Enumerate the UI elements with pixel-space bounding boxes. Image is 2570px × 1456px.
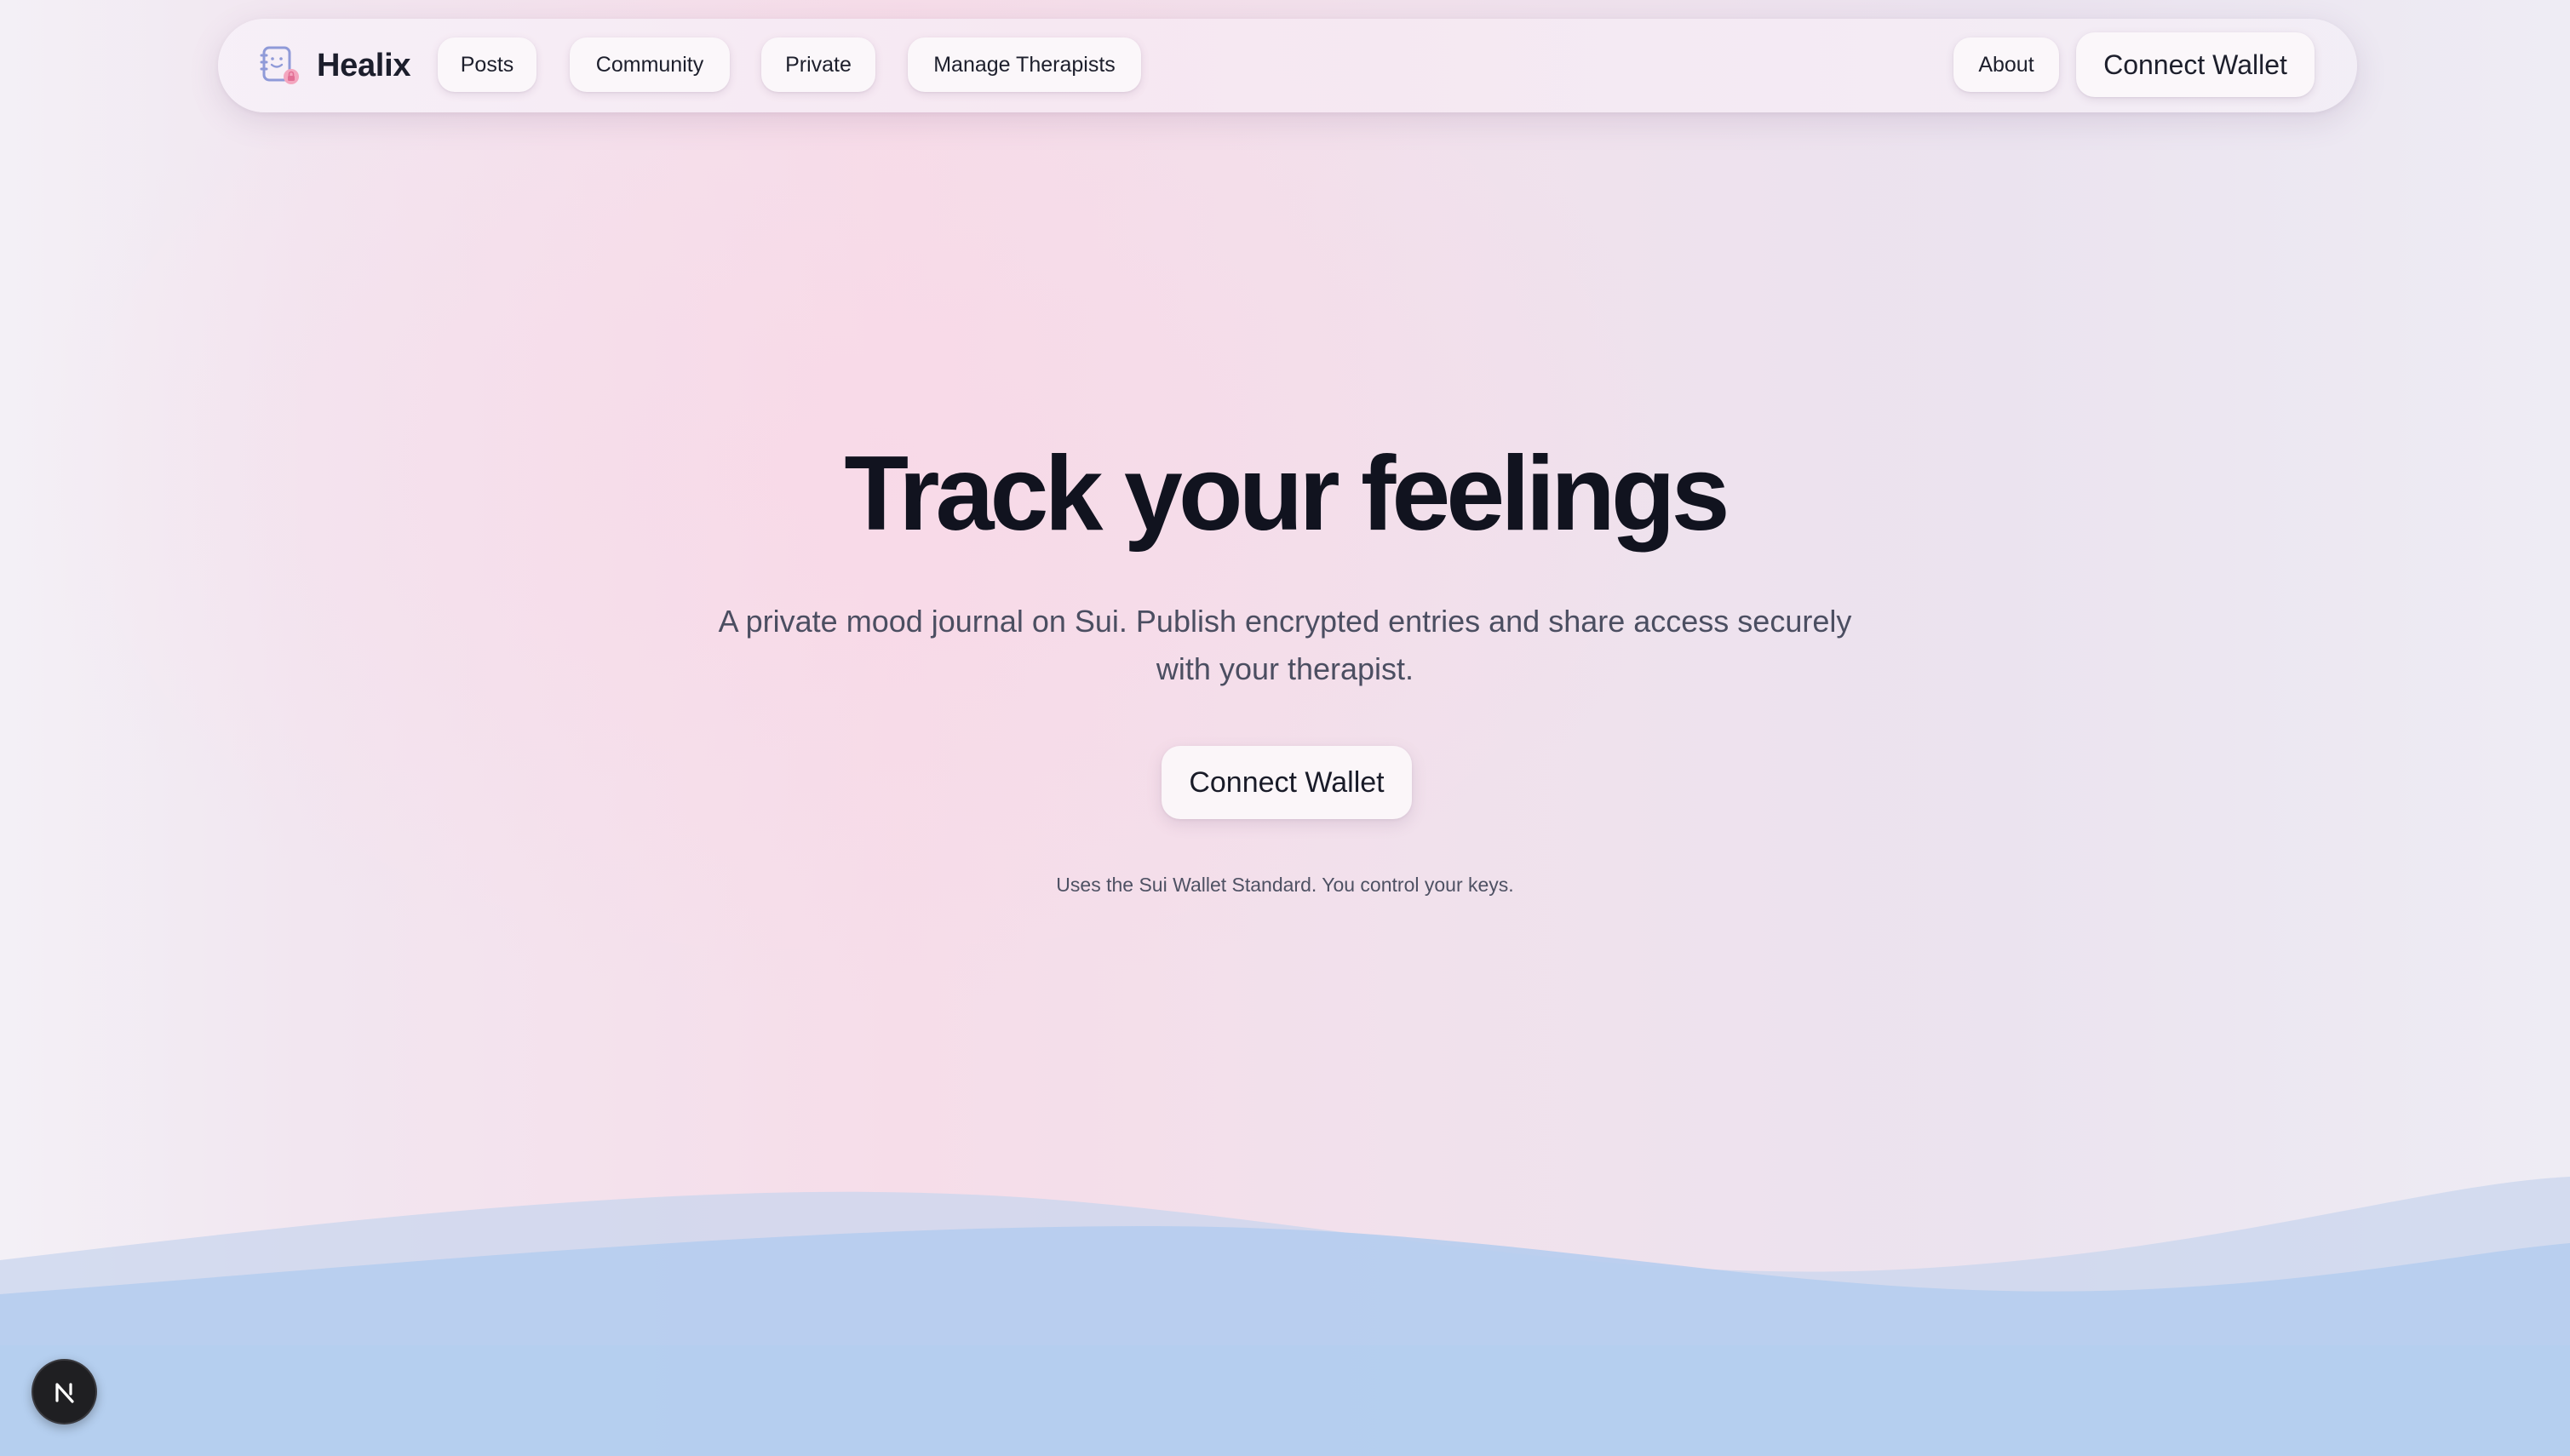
nav-community-button[interactable]: Community (570, 37, 730, 92)
nav-about-button[interactable]: About (1953, 37, 2059, 92)
hero-subtitle-line2: with your therapist. (1156, 651, 1414, 686)
hero-wallet-note: Uses the Sui Wallet Standard. You contro… (1056, 874, 1514, 896)
nav-manage-therapists-button[interactable]: Manage Therapists (908, 37, 1141, 92)
brand-name: Healix (317, 47, 411, 83)
hero-connect-wallet-button[interactable]: Connect Wallet (1162, 746, 1412, 819)
nextjs-dev-badge[interactable] (32, 1359, 97, 1424)
hero-subtitle-line1: A private mood journal on Sui. Publish e… (718, 604, 1852, 639)
decorative-waves (0, 1177, 2570, 1456)
nextjs-icon (54, 1382, 74, 1403)
journal-lock-icon (260, 46, 299, 84)
brand[interactable]: Healix (259, 19, 410, 112)
nav-connect-wallet-button[interactable]: Connect Wallet (2076, 32, 2315, 97)
nav-posts-button[interactable]: Posts (438, 37, 536, 92)
nav-private-button[interactable]: Private (761, 37, 875, 92)
top-navbar: Healix Posts Community Private Manage Th… (218, 19, 2357, 112)
hero-title: Track your feelings (844, 435, 1730, 553)
hero-subtitle: A private mood journal on Sui. Publish e… (707, 598, 1863, 693)
wave-base (0, 1345, 2570, 1456)
